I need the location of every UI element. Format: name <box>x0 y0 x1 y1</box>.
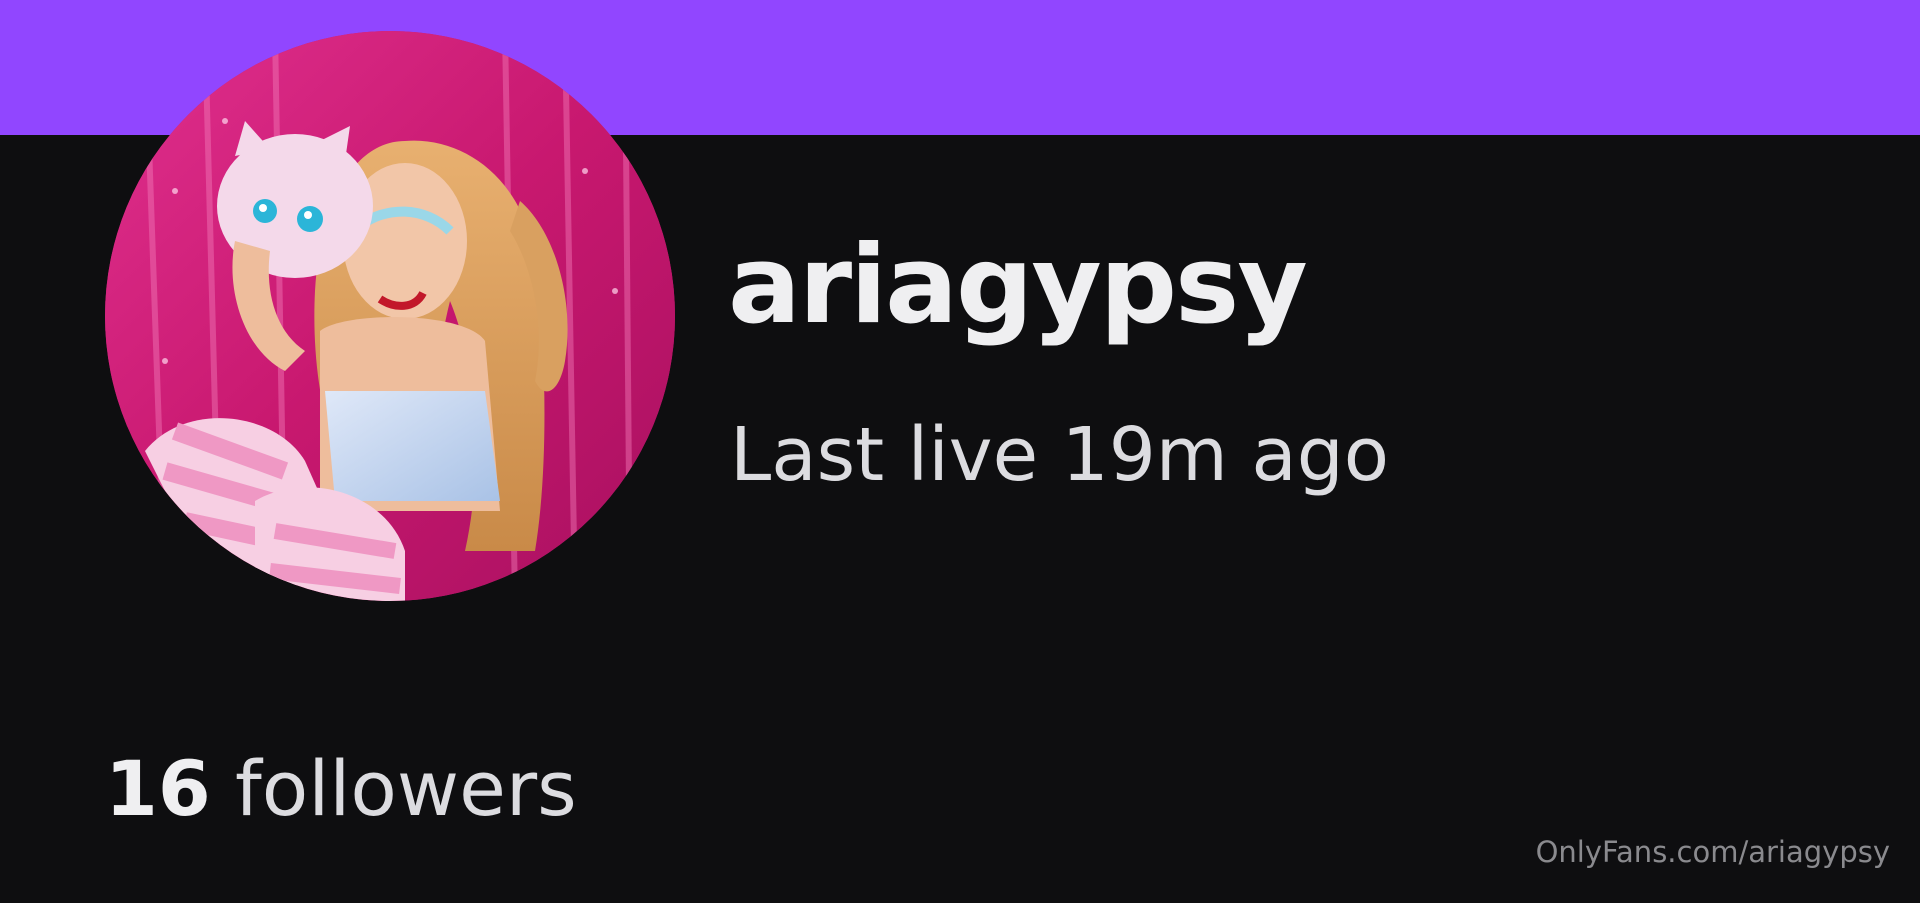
followers-count: 16 <box>105 744 211 833</box>
followers-stat[interactable]: 16 followers <box>105 751 577 827</box>
followers-label: followers <box>234 744 577 833</box>
avatar[interactable] <box>105 31 675 601</box>
profile-card: ariagypsy Last live 19m ago 16 followers… <box>0 0 1920 903</box>
profile-username[interactable]: ariagypsy <box>728 232 1308 340</box>
site-watermark: OnlyFans.com/ariagypsy <box>1535 835 1890 869</box>
avatar-photo-icon <box>105 31 675 601</box>
last-live-status: Last live 19m ago <box>730 412 1389 498</box>
